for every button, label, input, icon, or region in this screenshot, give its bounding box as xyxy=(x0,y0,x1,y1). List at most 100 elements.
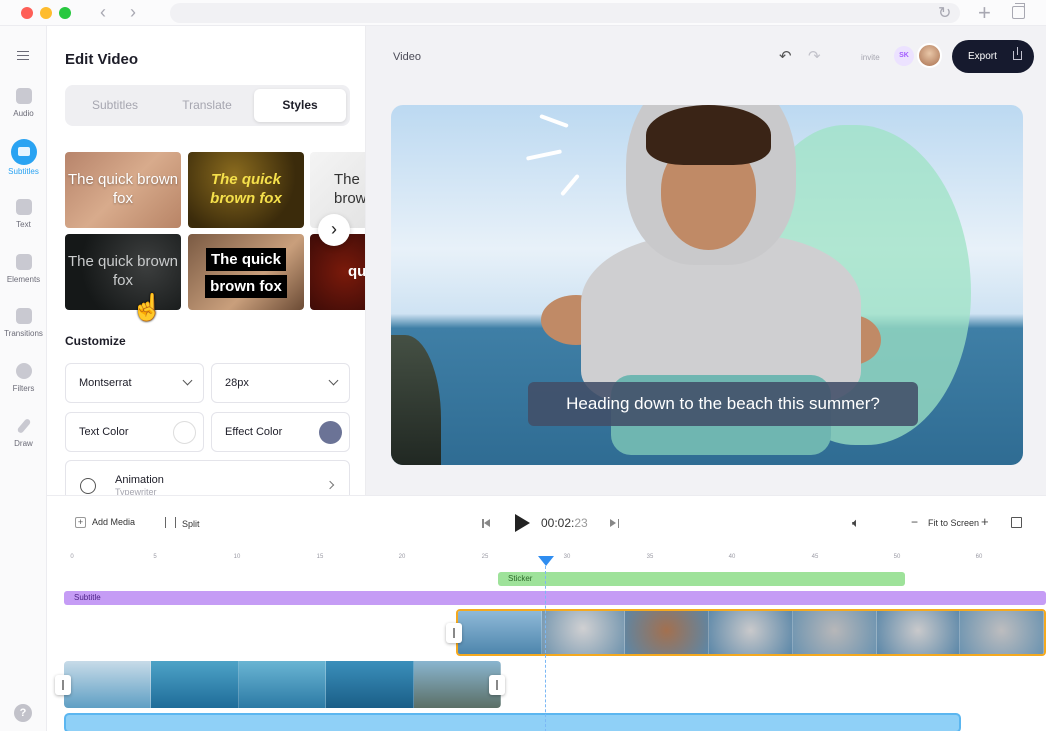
ruler-tick: 50 xyxy=(893,554,901,560)
style-preset-4[interactable]: The quick brown fox xyxy=(65,234,181,310)
animation-value: Typewriter xyxy=(115,487,157,495)
video-canvas[interactable]: Heading down to the beach this summer? xyxy=(391,105,1023,465)
hamburger-menu-icon[interactable] xyxy=(17,51,29,60)
tabs-overview-icon[interactable] xyxy=(1012,3,1025,19)
tool-rail: Audio Subtitles Text Elements Transition… xyxy=(0,26,47,731)
ruler-tick: 0 xyxy=(70,554,74,560)
hand-cursor-icon: ☝ xyxy=(131,292,164,322)
playhead-handle[interactable] xyxy=(538,556,554,566)
rail-item-filters[interactable]: Filters xyxy=(0,363,47,409)
tab-styles[interactable]: Styles xyxy=(254,89,346,122)
style-preset-text: brown fox xyxy=(205,275,287,298)
ruler-tick: 30 xyxy=(563,554,571,560)
clip-frame xyxy=(960,611,1044,654)
tab-subtitles[interactable]: Subtitles xyxy=(69,89,161,122)
address-bar[interactable] xyxy=(170,3,960,23)
minimize-window-button[interactable] xyxy=(40,7,52,19)
rail-item-audio[interactable]: Audio xyxy=(0,88,47,134)
undo-icon[interactable]: ↶ xyxy=(779,47,792,65)
back-icon[interactable]: ‹ xyxy=(100,3,106,21)
preview-label: Video xyxy=(393,51,421,63)
zoom-level[interactable]: Fit to Screen xyxy=(928,518,979,528)
video-clip[interactable] xyxy=(64,661,501,708)
clip-trim-handle[interactable] xyxy=(55,675,71,695)
ruler-tick: 35 xyxy=(646,554,654,560)
transitions-icon xyxy=(15,308,32,324)
ruler-tick: 10 xyxy=(233,554,241,560)
time-frames: 23 xyxy=(574,516,588,530)
rail-item-label: Transitions xyxy=(4,329,43,338)
rail-item-text[interactable]: Text xyxy=(0,199,47,245)
rail-item-transitions[interactable]: Transitions xyxy=(0,308,47,354)
text-color-field[interactable]: Text Color xyxy=(65,412,204,452)
animation-icon xyxy=(80,478,96,494)
clip-frame xyxy=(792,611,877,654)
help-icon[interactable]: ? xyxy=(14,704,32,722)
effect-color-field[interactable]: Effect Color xyxy=(211,412,350,452)
rail-item-label: Elements xyxy=(6,275,41,284)
effect-color-swatch[interactable] xyxy=(319,421,342,444)
clip-trim-handle[interactable] xyxy=(446,623,462,643)
plus-icon: + xyxy=(75,517,86,528)
edit-panel: Edit Video Subtitles Translate Styles Th… xyxy=(47,26,365,495)
clip-frame xyxy=(326,661,414,708)
music-note-icon xyxy=(15,88,32,104)
ruler-tick: 25 xyxy=(481,554,489,560)
subtitle-track[interactable]: Subtitle xyxy=(64,591,1046,605)
animation-field[interactable]: Animation Typewriter xyxy=(65,460,350,495)
close-window-button[interactable] xyxy=(21,7,33,19)
clip-frame xyxy=(541,611,626,654)
text-color-swatch[interactable] xyxy=(173,421,196,444)
clip-trim-handle[interactable] xyxy=(489,675,505,695)
play-icon[interactable] xyxy=(515,514,530,532)
sticker-track[interactable]: Sticker xyxy=(498,572,905,586)
font-select[interactable]: Montserrat xyxy=(65,363,204,403)
split-icon xyxy=(165,517,176,528)
style-preset-1[interactable]: The quick brown fox xyxy=(65,152,181,228)
chevron-down-icon xyxy=(182,375,193,386)
clip-frame xyxy=(458,611,542,654)
animation-label: Animation xyxy=(115,474,164,486)
forward-icon[interactable]: › xyxy=(130,3,136,21)
invite-link[interactable]: invite xyxy=(861,53,880,62)
font-size-select[interactable]: 28px xyxy=(211,363,350,403)
customize-heading: Customize xyxy=(65,334,126,348)
style-preset-text: qu xyxy=(348,263,365,280)
reload-icon[interactable]: ↻ xyxy=(938,3,951,23)
chevron-down-icon xyxy=(328,375,339,386)
next-presets-button[interactable]: › xyxy=(318,214,350,246)
ruler-tick: 20 xyxy=(398,554,406,560)
maximize-window-button[interactable] xyxy=(59,7,71,19)
user-avatar[interactable] xyxy=(917,43,942,68)
export-label: Export xyxy=(968,51,997,62)
cliff-rock xyxy=(391,335,441,465)
playhead-line xyxy=(545,566,546,731)
tab-translate[interactable]: Translate xyxy=(161,89,253,122)
rail-item-label: Filters xyxy=(12,384,35,393)
ruler-tick: 45 xyxy=(811,554,819,560)
skip-forward-icon[interactable] xyxy=(610,519,619,528)
skip-back-icon[interactable] xyxy=(482,519,491,528)
style-preset-5[interactable]: The quick brown fox xyxy=(188,234,304,310)
zoom-in-icon[interactable]: + xyxy=(981,514,989,529)
export-button[interactable]: Export xyxy=(952,40,1034,73)
rail-item-subtitles[interactable]: Subtitles xyxy=(0,139,47,189)
effect-color-label: Effect Color xyxy=(225,426,283,438)
clip-frame xyxy=(625,611,710,654)
subtitle-caption[interactable]: Heading down to the beach this summer? xyxy=(528,382,918,426)
split-button[interactable]: Split xyxy=(165,517,200,529)
rail-item-elements[interactable]: Elements xyxy=(0,254,47,300)
chevron-right-icon xyxy=(325,480,335,490)
volume-icon[interactable]: 🔈︎ xyxy=(852,515,860,531)
audio-track[interactable] xyxy=(64,713,961,731)
rail-item-draw[interactable]: Draw xyxy=(0,417,47,464)
new-tab-icon[interactable]: + xyxy=(978,0,991,26)
zoom-out-icon[interactable]: − xyxy=(911,515,918,529)
add-media-button[interactable]: + Add Media xyxy=(75,517,135,528)
browser-toolbar: ‹ › ↻ + xyxy=(0,0,1046,26)
text-color-label: Text Color xyxy=(79,426,129,438)
fullscreen-icon[interactable] xyxy=(1011,517,1022,528)
style-preset-2[interactable]: The quick brown fox xyxy=(188,152,304,228)
redo-icon[interactable]: ↷ xyxy=(808,47,821,65)
user-initials-avatar[interactable]: SK xyxy=(894,46,914,66)
